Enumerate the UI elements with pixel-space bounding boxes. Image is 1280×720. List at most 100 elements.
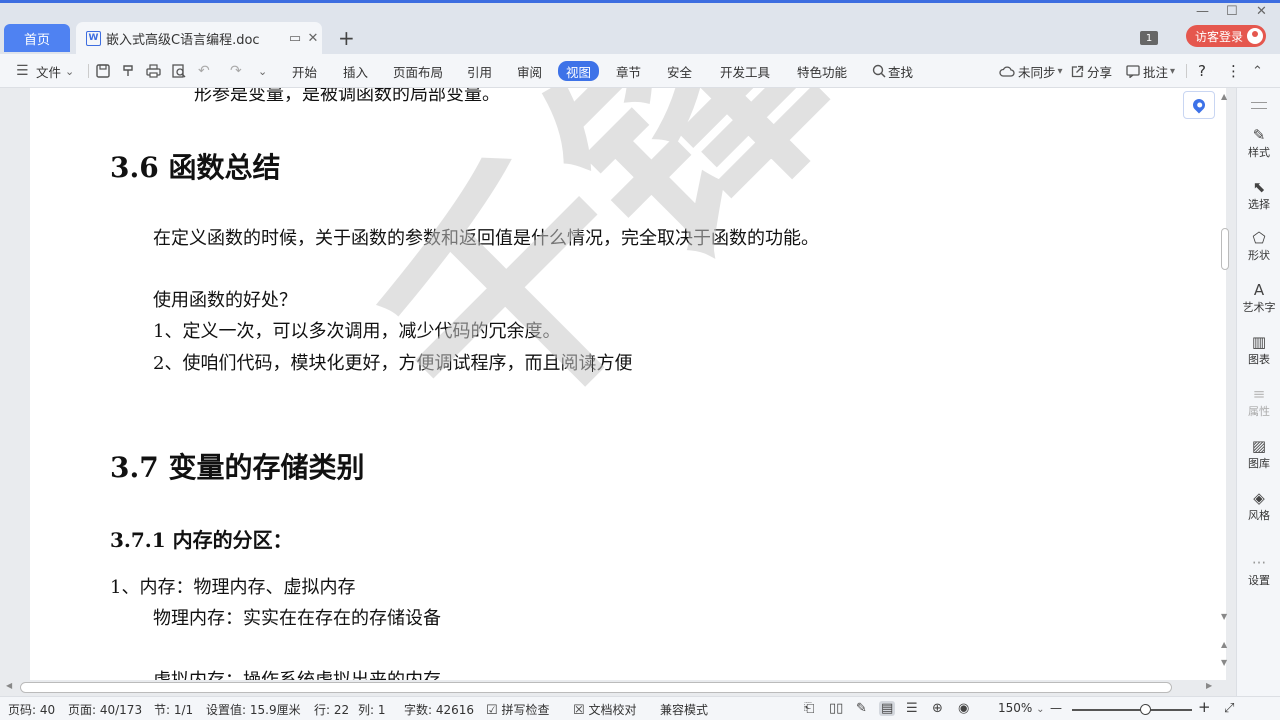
zoom-level-button[interactable]: 150% ⌄	[998, 701, 1045, 715]
scroll-left-icon[interactable]: ◀	[6, 681, 12, 690]
quick-access-more-icon[interactable]: ⌄	[258, 54, 267, 88]
side-tool-style[interactable]: ✎ 样式	[1237, 126, 1280, 160]
zoom-slider-knob[interactable]	[1140, 704, 1152, 715]
side-tool-theme[interactable]: ◈ 风格	[1237, 489, 1280, 523]
document-tab-title: 嵌入式高级C语言编程.doc	[106, 32, 260, 48]
ribbon-divider	[1186, 64, 1187, 78]
vertical-scroll-thumb[interactable]	[1221, 228, 1229, 270]
tab-page-layout[interactable]: 页面布局	[393, 54, 443, 88]
home-tab[interactable]: 首页	[4, 24, 70, 52]
zoom-in-icon[interactable]: +	[1198, 698, 1211, 716]
sync-status-button[interactable]: 未同步 ▾	[999, 54, 1063, 88]
navigation-location-button[interactable]	[1183, 91, 1215, 119]
tab-security[interactable]: 安全	[667, 54, 692, 88]
fullscreen-icon[interactable]: ⤢	[1224, 701, 1234, 716]
file-menu-button[interactable]: 文件 ⌄	[36, 54, 74, 88]
read-mode-icon[interactable]: ▯▯	[829, 701, 843, 716]
tab-special-features[interactable]: 特色功能	[797, 54, 847, 88]
scroll-down-icon[interactable]: ▼	[1221, 612, 1227, 621]
new-tab-button[interactable]: +	[338, 26, 355, 50]
tab-close-icon[interactable]: ✕	[304, 31, 322, 46]
scroll-up-icon[interactable]: ▲	[1221, 92, 1227, 101]
doc-proof-button[interactable]: ☒ 文档校对	[573, 701, 637, 718]
prev-page-icon[interactable]: ▲	[1221, 640, 1227, 649]
status-word-count[interactable]: 字数: 42616	[404, 701, 474, 718]
collapse-ribbon-icon[interactable]: ⌃	[1252, 54, 1263, 88]
status-page[interactable]: 页面: 40/173	[68, 701, 142, 718]
tab-developer-tools[interactable]: 开发工具	[720, 54, 770, 88]
side-tool-label: 选择	[1248, 198, 1270, 211]
status-page-code[interactable]: 页码: 40	[8, 701, 55, 718]
window-count-badge[interactable]: 1	[1140, 31, 1158, 45]
web-view-icon[interactable]: ⊕	[932, 701, 943, 716]
maximize-icon[interactable]: ☐	[1226, 4, 1238, 19]
guest-login-button[interactable]: 访客登录	[1186, 25, 1266, 47]
side-tool-settings[interactable]: ··· 设置	[1237, 554, 1280, 588]
more-options-icon[interactable]: ⋮	[1226, 54, 1241, 88]
print-icon[interactable]	[146, 64, 161, 78]
help-icon[interactable]: ?	[1198, 54, 1206, 88]
comment-label: 批注	[1143, 64, 1169, 80]
format-painter-icon[interactable]	[121, 64, 135, 78]
next-page-icon[interactable]: ▼	[1221, 658, 1227, 667]
eye-view-icon[interactable]: ◉	[958, 701, 969, 716]
eye-protect-icon[interactable]: ⎗	[804, 701, 814, 716]
avatar-icon	[1247, 28, 1263, 44]
outline-view-icon[interactable]: ☰	[906, 701, 918, 716]
doc-proof-label: 文档校对	[588, 703, 637, 717]
tab-insert[interactable]: 插入	[343, 54, 368, 88]
spell-check-button[interactable]: ☑ 拼写检查	[486, 701, 550, 718]
minimize-icon[interactable]: —	[1196, 4, 1209, 19]
side-tool-wordart[interactable]: A 艺术字	[1237, 281, 1280, 315]
chevron-down-icon: ⌄	[1036, 704, 1045, 715]
tab-review[interactable]: 审阅	[517, 54, 542, 88]
document-viewport[interactable]: 形参是变量，是被调函数的局部变量。 3.6 函数总结 在定义函数的时候，关于函数…	[0, 88, 1236, 680]
zoom-out-icon[interactable]: —	[1050, 701, 1062, 715]
menu-icon[interactable]: ☰	[16, 54, 29, 88]
page-view-icon[interactable]: ▤	[879, 701, 896, 716]
vertical-scrollbar[interactable]: ▲ ▼ ▲ ▼	[1218, 92, 1232, 680]
status-bar: 页码: 40 页面: 40/173 节: 1/1 设置值: 15.9厘米 行: …	[0, 696, 1280, 720]
side-tool-label: 属性	[1248, 405, 1270, 418]
side-tool-chart[interactable]: ▥ 图表	[1237, 333, 1280, 367]
tab-start[interactable]: 开始	[292, 54, 317, 88]
share-icon	[1071, 65, 1084, 77]
zoom-slider[interactable]	[1072, 709, 1192, 711]
tab-restore-icon[interactable]: ▭	[286, 31, 304, 46]
undo-icon[interactable]: ↶	[198, 54, 210, 88]
redo-icon[interactable]: ↷	[230, 54, 242, 88]
style-icon: ✎	[1252, 126, 1266, 144]
status-col: 列: 1	[358, 703, 386, 717]
side-tool-shape[interactable]: ⬠ 形状	[1237, 229, 1280, 263]
scroll-right-icon[interactable]: ▶	[1206, 681, 1212, 690]
document-page[interactable]: 形参是变量，是被调函数的局部变量。 3.6 函数总结 在定义函数的时候，关于函数…	[30, 88, 1226, 680]
write-mode-icon[interactable]: ✎	[856, 701, 867, 716]
chevron-down-icon: ⌄	[65, 64, 75, 78]
body-text-line: 形参是变量，是被调函数的局部变量。	[194, 88, 500, 105]
side-tool-gallery[interactable]: ▨ 图库	[1237, 437, 1280, 471]
search-icon	[872, 64, 886, 78]
tab-chapter[interactable]: 章节	[616, 54, 641, 88]
horizontal-scrollbar[interactable]: ◀ ▶	[0, 680, 1236, 696]
property-icon: ≡	[1252, 385, 1266, 403]
side-tool-select[interactable]: ⬉ 选择	[1237, 178, 1280, 212]
heading-3-6: 3.6 函数总结	[110, 151, 281, 184]
save-icon[interactable]	[96, 64, 110, 78]
file-menu-label: 文件	[36, 64, 62, 80]
location-pin-icon	[1190, 96, 1208, 114]
body-text-line: 2、使咱们代码，模块化更好，方便调试程序，而且阅读方便	[153, 353, 633, 374]
document-tab[interactable]: W 嵌入式高级C语言编程.doc ▭ ✕	[76, 22, 322, 54]
window-close-icon[interactable]: ✕	[1256, 4, 1267, 19]
search-button[interactable]: 查找	[872, 54, 913, 88]
horizontal-scroll-thumb[interactable]	[20, 682, 1172, 693]
status-row: 行: 22	[314, 703, 350, 717]
status-section: 节: 1/1	[154, 703, 194, 717]
comment-button[interactable]: 批注 ▾	[1126, 54, 1175, 88]
tab-view[interactable]: 视图	[558, 61, 600, 81]
share-button[interactable]: 分享	[1071, 54, 1112, 88]
print-preview-icon[interactable]	[172, 64, 186, 78]
side-tool-label: 形状	[1248, 249, 1270, 262]
body-text-line: 1、内存：物理内存、虚拟内存	[110, 577, 356, 598]
chevron-down-icon: ▾	[1170, 65, 1176, 77]
tab-references[interactable]: 引用	[467, 54, 492, 88]
